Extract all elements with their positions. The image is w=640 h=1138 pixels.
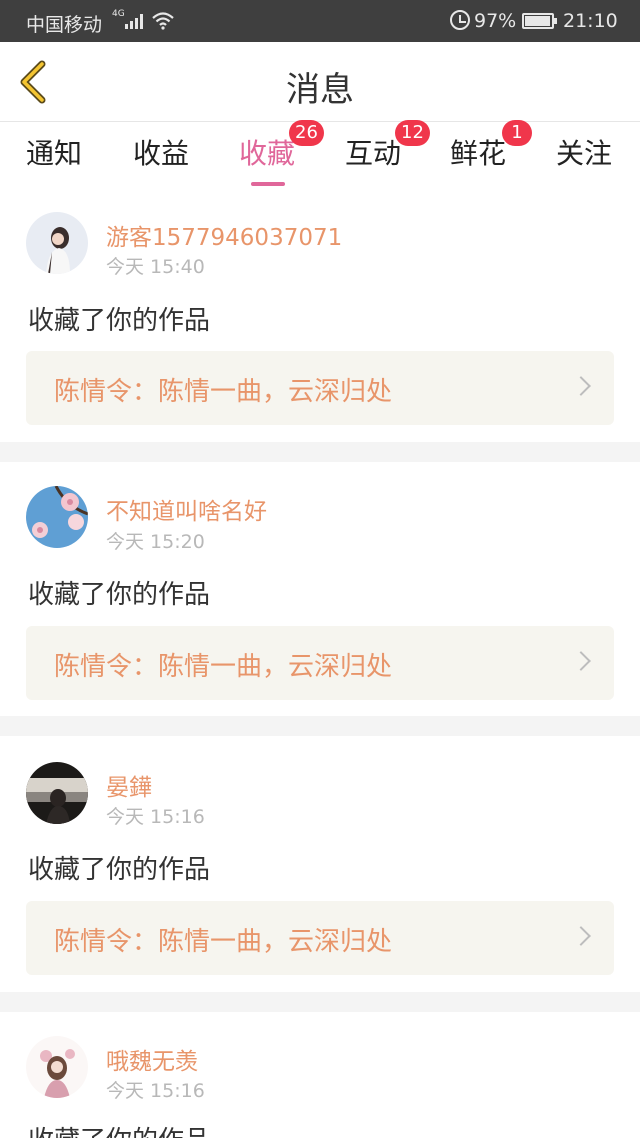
tab-badge: 26	[289, 120, 324, 146]
username[interactable]: 游客1577946037071	[106, 218, 342, 252]
work-link[interactable]: 陈情令：陈情一曲，云深归处	[26, 351, 614, 425]
message-card: 游客1577946037071 今天 15:40 收藏了你的作品 陈情令：陈情一…	[0, 190, 640, 442]
message-card: 哦魏无羡 今天 15:16 收藏了你的作品	[0, 1012, 640, 1138]
carrier-name: 中国移动	[26, 14, 103, 36]
avatar[interactable]	[26, 486, 88, 548]
message-time: 今天 15:20	[106, 531, 205, 553]
action-text: 收藏了你的作品	[28, 306, 211, 336]
username[interactable]: 哦魏无羡	[106, 1042, 198, 1076]
tab-label: 关注	[556, 137, 613, 170]
message-time: 今天 15:16	[106, 806, 205, 828]
message-time: 今天 15:40	[106, 256, 205, 278]
clock: 21:10	[563, 10, 618, 32]
chevron-right-icon	[571, 651, 591, 671]
tab-following[interactable]: 关注	[556, 132, 612, 172]
action-text: 收藏了你的作品	[28, 855, 211, 885]
message-time: 今天 15:16	[106, 1080, 205, 1102]
wifi-icon	[152, 12, 174, 30]
work-link[interactable]: 陈情令：陈情一曲，云深归处	[26, 626, 614, 700]
work-title: 陈情令：陈情一曲，云深归处	[54, 652, 393, 682]
action-text: 收藏了你的作品	[28, 1120, 210, 1138]
active-tab-indicator	[251, 182, 285, 186]
work-title: 陈情令：陈情一曲，云深归处	[54, 927, 393, 957]
chevron-right-icon	[571, 926, 591, 946]
avatar[interactable]	[26, 1036, 88, 1098]
tab-label: 互动	[345, 137, 402, 170]
avatar[interactable]	[26, 212, 88, 274]
tab-label: 鲜花	[450, 137, 507, 170]
username[interactable]: 不知道叫啥名好	[106, 492, 267, 526]
tab-earnings[interactable]: 收益	[133, 132, 189, 172]
username[interactable]: 晏鏵	[106, 768, 152, 802]
tab-label: 收益	[133, 137, 190, 170]
tab-badge: 1	[502, 120, 532, 146]
tab-interaction[interactable]: 互动 12	[345, 120, 430, 172]
alarm-icon	[450, 10, 470, 30]
tab-badge: 12	[395, 120, 430, 146]
tab-flowers[interactable]: 鲜花 1	[450, 120, 532, 172]
tab-label: 收藏	[239, 137, 296, 170]
battery-icon	[522, 13, 557, 29]
work-link[interactable]: 陈情令：陈情一曲，云深归处	[26, 901, 614, 975]
network-type: 4G	[112, 9, 125, 19]
battery-percent: 97%	[474, 10, 517, 32]
tab-notice[interactable]: 通知	[26, 132, 82, 172]
page-title: 消息	[286, 70, 354, 110]
action-text: 收藏了你的作品	[28, 580, 211, 610]
message-card: 不知道叫啥名好 今天 15:20 收藏了你的作品 陈情令：陈情一曲，云深归处	[0, 462, 640, 716]
status-bar: 中国移动 4G 97% 21:10	[0, 0, 640, 42]
signal-icon	[125, 13, 147, 29]
header: 消息	[0, 42, 640, 122]
message-card: 晏鏵 今天 15:16 收藏了你的作品 陈情令：陈情一曲，云深归处	[0, 736, 640, 992]
tab-favorites[interactable]: 收藏 26	[239, 120, 324, 186]
work-title: 陈情令：陈情一曲，云深归处	[54, 377, 393, 407]
tab-label: 通知	[26, 137, 83, 170]
avatar[interactable]	[26, 762, 88, 824]
chevron-right-icon	[571, 376, 591, 396]
tab-bar: 通知 收益 收藏 26 互动 12 鲜花 1 关注	[0, 120, 640, 190]
